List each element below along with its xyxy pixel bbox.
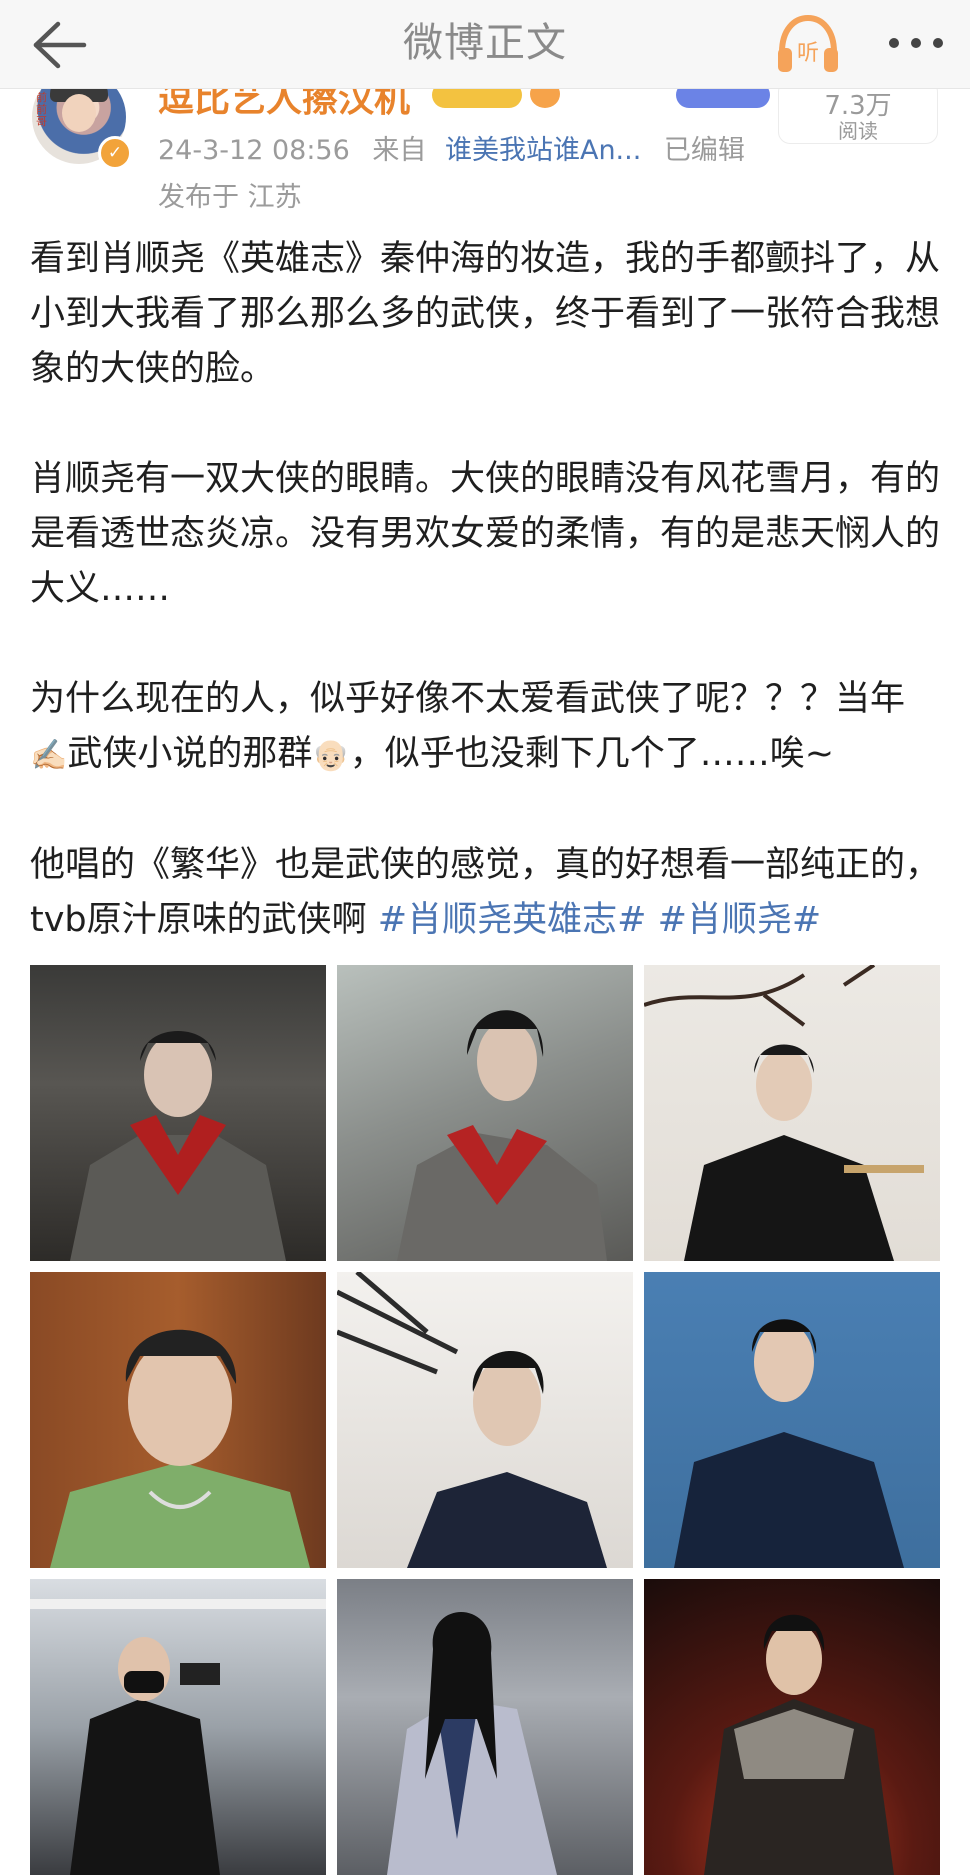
edited-label: 已编辑 xyxy=(663,135,745,166)
photo-4[interactable] xyxy=(30,1272,326,1568)
read-label: 阅读 xyxy=(838,119,878,143)
post-source-link[interactable]: 谁美我站谁An... xyxy=(445,135,641,166)
post-paragraph-1: 看到肖顺尧《英雄志》秦仲海的妆造，我的手都颤抖了，从小到大我看了那么那么多的武侠… xyxy=(30,239,941,389)
man-long-hair-robe-image xyxy=(387,1611,557,1875)
old-man-icon: 👴🏻 xyxy=(312,738,350,773)
top-nav-bar: 微博正文 听 xyxy=(0,0,970,89)
man-black-shirt-image xyxy=(644,965,924,1261)
man-red-scarf-armor-image xyxy=(70,1031,286,1261)
post-paragraph-3: 为什么现在的人，似乎好像不太爱看武侠了呢？？？当年✍🏻武侠小说的那群👴🏻，似乎也… xyxy=(30,679,906,774)
photo-7[interactable] xyxy=(30,1579,326,1875)
man-navy-suit-image xyxy=(674,1319,904,1568)
man-green-jacket-image xyxy=(50,1329,310,1568)
photo-grid xyxy=(30,965,940,1875)
listen-button[interactable]: 听 xyxy=(770,6,846,82)
photo-6[interactable] xyxy=(644,1272,940,1568)
post-meta: 24-3-12 08:56 来自 谁美我站谁An... 已编辑 xyxy=(158,128,745,167)
post-date: 24-3-12 08:56 xyxy=(158,135,350,166)
man-profile-bamboo-image xyxy=(337,1272,607,1568)
verified-badge-icon: ✓ xyxy=(98,136,132,170)
man-masked-airport-image xyxy=(30,1599,326,1875)
photo-1[interactable] xyxy=(30,965,326,1261)
man-stage-red-image xyxy=(704,1614,894,1875)
photo-9[interactable] xyxy=(644,1579,940,1875)
headphones-icon: 听 xyxy=(778,14,838,72)
avatar-text: 前前哥 xyxy=(36,91,47,128)
listen-label: 听 xyxy=(797,41,819,66)
hashtag-link[interactable]: #肖顺尧英雄志# xyxy=(378,900,647,940)
post-location: 发布于 江苏 xyxy=(158,182,302,213)
post-body: 看到肖顺尧《英雄志》秦仲海的妆造，我的手都颤抖了，从小到大我看了那么那么多的武侠… xyxy=(30,232,942,948)
post-paragraph-4: 他唱的《繁华》也是武侠的感觉，真的好想看一部纯正的，tvb原汁原味的武侠啊 #肖… xyxy=(30,845,941,940)
photo-8[interactable] xyxy=(337,1579,633,1875)
more-dots-icon xyxy=(889,38,943,48)
man-red-scarf-profile-image xyxy=(397,1010,607,1261)
from-label: 来自 xyxy=(372,135,427,166)
writing-hand-icon: ✍🏻 xyxy=(30,738,68,773)
photo-5[interactable] xyxy=(337,1272,633,1568)
hashtag-link[interactable]: #肖顺尧# xyxy=(658,900,822,940)
more-options-button[interactable] xyxy=(878,18,954,68)
post-paragraph-2: 肖顺尧有一双大侠的眼睛。大侠的眼睛没有风花雪月，有的是看透世态炎凉。没有男欢女爱… xyxy=(30,459,941,609)
read-count-box: 7.3万 阅读 xyxy=(778,80,938,144)
photo-2[interactable] xyxy=(337,965,633,1261)
photo-3[interactable] xyxy=(644,965,940,1261)
